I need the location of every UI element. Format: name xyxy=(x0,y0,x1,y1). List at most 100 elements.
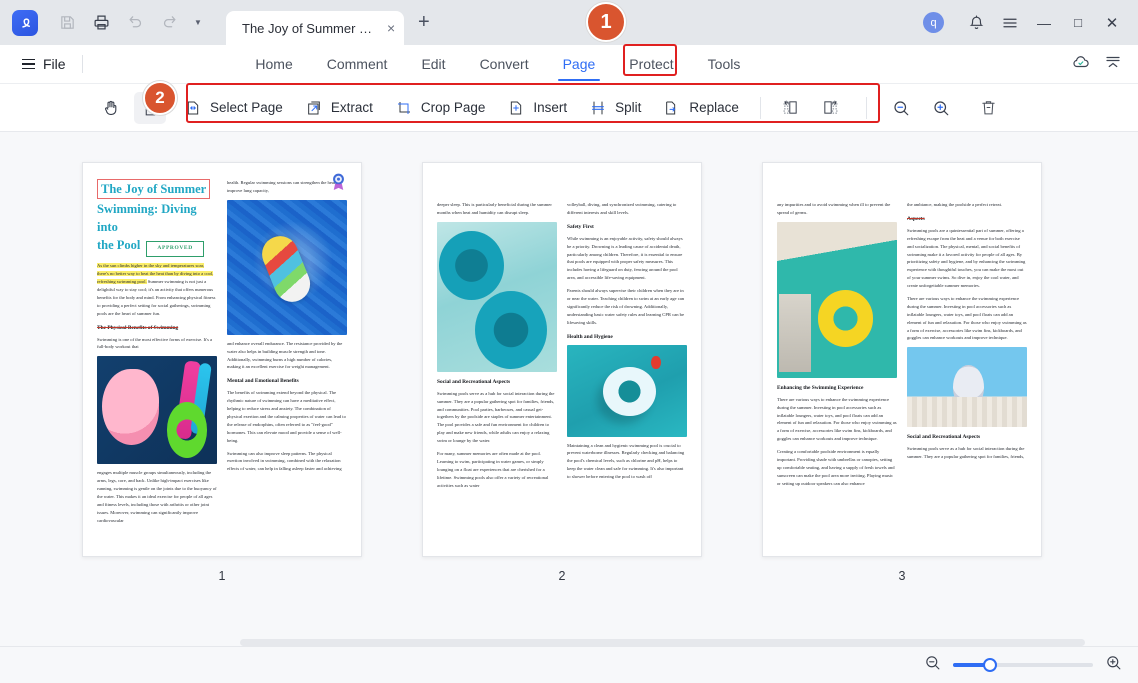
woman-with-hat-pool-photo xyxy=(907,347,1027,427)
menu-bar: File Home Comment Edit Convert Page Prot… xyxy=(0,45,1138,84)
delete-page-button[interactable] xyxy=(970,92,1008,124)
crop-page-button[interactable]: Crop Page xyxy=(385,92,496,124)
title-bar: ▼ The Joy of Summer Swi... × + q — □ ✕ xyxy=(0,0,1138,45)
menubar-right-group xyxy=(1072,53,1126,76)
doc-title: The Joy of Summer Swimming: Diving into … xyxy=(97,179,217,257)
insert-button[interactable]: Insert xyxy=(497,92,577,124)
extract-button[interactable]: Extract xyxy=(295,92,383,124)
main-menu-icon[interactable] xyxy=(994,7,1026,39)
app-logo-icon[interactable] xyxy=(12,10,38,36)
close-icon[interactable]: × xyxy=(387,20,395,36)
tab-page[interactable]: Page xyxy=(561,47,598,81)
status-zoom-in-button[interactable] xyxy=(1105,654,1122,676)
page-number-3: 3 xyxy=(762,569,1042,583)
hand-tool-icon[interactable] xyxy=(96,93,126,123)
tab-tools[interactable]: Tools xyxy=(706,47,743,81)
maximize-button[interactable]: □ xyxy=(1062,7,1094,39)
document-tab-title: The Joy of Summer Swi... xyxy=(242,21,377,36)
toolbar-separator xyxy=(760,97,761,119)
zoom-in-button[interactable] xyxy=(922,92,960,124)
annotation-badge-2: 2 xyxy=(143,81,177,115)
avatar[interactable]: q xyxy=(923,12,944,33)
page3-heading-enhancing: Enhancing the Swimming Experience xyxy=(777,385,897,391)
crop-page-label: Crop Page xyxy=(421,100,486,115)
page-canvas-1[interactable]: The Joy of Summer Swimming: Diving into … xyxy=(82,162,362,557)
page-columns: The Joy of Summer Swimming: Diving into … xyxy=(97,179,347,540)
split-button[interactable]: Split xyxy=(579,92,651,124)
ribbon-tabs: Home Comment Edit Convert Page Protect T… xyxy=(253,47,742,81)
close-button[interactable]: ✕ xyxy=(1096,7,1128,39)
page1-right-body: The benefits of swimming extend beyond t… xyxy=(227,389,347,444)
yellow-ring-pool-photo xyxy=(777,222,897,378)
page2-left-top: deeper sleep. This is particularly benef… xyxy=(437,201,557,217)
page-columns: deeper sleep. This is particularly benef… xyxy=(437,179,687,540)
rotate-right-button[interactable] xyxy=(812,92,850,124)
rotate-right-icon xyxy=(822,99,840,117)
zoom-out-icon xyxy=(892,99,910,117)
page1-heading-physical: The Physical Benefits of Swimming xyxy=(97,325,217,331)
minimize-button[interactable]: — xyxy=(1028,7,1060,39)
notification-bell-icon[interactable] xyxy=(960,7,992,39)
horizontal-scrollbar[interactable] xyxy=(240,639,1085,646)
page-thumbnail-2[interactable]: deeper sleep. This is particularly benef… xyxy=(422,162,702,583)
page-canvas-3[interactable]: any impurities and to avoid swimming whe… xyxy=(762,162,1042,557)
two-women-on-tubes-photo xyxy=(437,222,557,372)
file-menu-label: File xyxy=(43,56,66,72)
page2-right-top: volleyball, diving, and synchronized swi… xyxy=(567,201,687,217)
page-thumbnail-1[interactable]: The Joy of Summer Swimming: Diving into … xyxy=(82,162,362,583)
page2-heading-hygiene: Health and Hygiene xyxy=(567,334,687,340)
menu-divider xyxy=(82,55,83,73)
select-page-button[interactable]: Select Page xyxy=(174,92,293,124)
page1-right-top: health. Regular swimming sessions can st… xyxy=(227,179,347,195)
right-column: volleyball, diving, and synchronized swi… xyxy=(567,179,687,540)
left-column: any impurities and to avoid swimming whe… xyxy=(777,179,897,540)
zoom-out-button[interactable] xyxy=(882,92,920,124)
tab-comment[interactable]: Comment xyxy=(325,47,390,81)
select-page-icon xyxy=(184,99,202,117)
page3-right-top: the ambiance, making the poolside a perf… xyxy=(907,201,1027,209)
select-page-label: Select Page xyxy=(210,100,283,115)
zoom-slider-handle[interactable] xyxy=(983,658,997,672)
page1-left-body: Summer swimming is not just a delightful… xyxy=(97,279,215,316)
page-operations-group: Select Page Extract Crop Page xyxy=(174,92,1008,124)
page-thumbnail-area[interactable]: The Joy of Summer Swimming: Diving into … xyxy=(0,132,1138,646)
replace-label: Replace xyxy=(689,100,739,115)
status-zoom-out-button[interactable] xyxy=(924,654,941,676)
tab-protect[interactable]: Protect xyxy=(627,47,675,81)
insert-page-icon xyxy=(507,99,525,117)
page2-right-tail: Maintaining a clean and hygienic swimmin… xyxy=(567,442,687,481)
page2-left-body: Swimming pools serve as a hub for social… xyxy=(437,390,557,445)
page-number-2: 2 xyxy=(422,569,702,583)
undo-icon[interactable] xyxy=(120,8,150,38)
status-bar xyxy=(0,646,1138,683)
tab-convert[interactable]: Convert xyxy=(478,47,531,81)
chevron-down-icon[interactable]: ▼ xyxy=(188,18,208,27)
tab-edit[interactable]: Edit xyxy=(419,47,447,81)
zoom-in-icon xyxy=(932,99,950,117)
page-thumbnail-3[interactable]: any impurities and to avoid swimming whe… xyxy=(762,162,1042,583)
document-tab[interactable]: The Joy of Summer Swi... × xyxy=(226,11,404,45)
approved-stamp: APPROVED xyxy=(146,241,203,257)
print-icon[interactable] xyxy=(86,8,116,38)
toolbar-separator-2 xyxy=(866,97,867,119)
pool-floats-photo xyxy=(97,356,217,464)
page3-left-tail: Creating a comfortable poolside environm… xyxy=(777,448,897,487)
rotate-left-button[interactable] xyxy=(772,92,810,124)
zoom-slider[interactable] xyxy=(953,663,1093,667)
insert-label: Insert xyxy=(533,100,567,115)
page3-heading-aspects: Aspects xyxy=(907,216,1027,222)
page-canvas-2[interactable]: deeper sleep. This is particularly benef… xyxy=(422,162,702,557)
save-icon[interactable] xyxy=(52,8,82,38)
tab-home[interactable]: Home xyxy=(253,47,294,81)
left-column: deeper sleep. This is particularly benef… xyxy=(437,179,557,540)
replace-button[interactable]: Replace xyxy=(653,92,749,124)
collapse-ribbon-icon[interactable] xyxy=(1104,53,1122,76)
new-tab-button[interactable]: + xyxy=(418,11,430,34)
doc-title-line2: Swimming: Diving into xyxy=(97,200,217,236)
cloud-sync-icon[interactable] xyxy=(1072,53,1090,76)
title-annotation-box: The Joy of Summer xyxy=(97,179,210,199)
page1-right-tail: Swimming can also improve sleep patterns… xyxy=(227,450,347,474)
redo-icon[interactable] xyxy=(154,8,184,38)
file-menu-button[interactable]: File xyxy=(12,56,76,72)
woman-on-pool-float-photo xyxy=(227,200,347,335)
